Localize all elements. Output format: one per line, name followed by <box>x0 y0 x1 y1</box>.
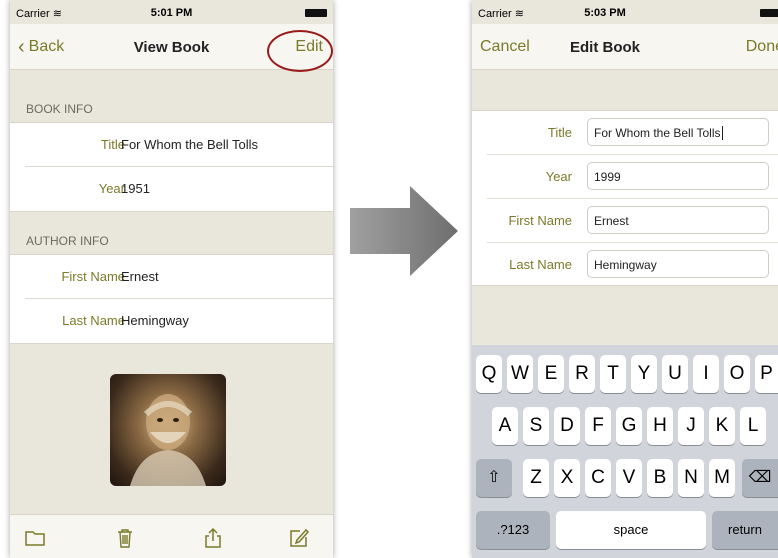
row-value: For Whom the Bell Tolls <box>121 137 259 152</box>
folder-icon[interactable] <box>24 527 46 549</box>
status-bar: Carrier ≋ 5:01 PM <box>10 0 333 24</box>
key-h[interactable]: H <box>647 407 673 445</box>
key-n[interactable]: N <box>678 459 704 497</box>
navigation-bar: Cancel Edit Book Done <box>472 24 778 70</box>
key-p[interactable]: P <box>755 355 778 393</box>
key-e[interactable]: E <box>538 355 564 393</box>
key-u[interactable]: U <box>662 355 688 393</box>
right-arrow-icon <box>350 186 460 276</box>
key-s[interactable]: S <box>523 407 549 445</box>
key-z[interactable]: Z <box>523 459 549 497</box>
key-t[interactable]: T <box>600 355 626 393</box>
first-name-field-row: First Name Ernest <box>487 199 778 243</box>
row-label: Last Name <box>62 313 125 328</box>
book-title-row: Title For Whom the Bell Tolls <box>25 123 333 167</box>
page-title: Edit Book <box>570 39 640 56</box>
title-input[interactable]: For Whom the Bell Tolls <box>587 118 769 146</box>
battery-icon <box>305 9 327 17</box>
key-w[interactable]: W <box>507 355 533 393</box>
book-year-row: Year 1951 <box>25 167 333 211</box>
first-name-input[interactable]: Ernest <box>587 206 769 234</box>
field-label: Title <box>547 125 572 140</box>
key-m[interactable]: M <box>709 459 735 497</box>
key-g[interactable]: G <box>616 407 642 445</box>
key-v[interactable]: V <box>616 459 642 497</box>
key-i[interactable]: I <box>693 355 719 393</box>
year-input[interactable]: 1999 <box>587 162 769 190</box>
status-time: 5:01 PM <box>150 7 193 19</box>
text-cursor <box>721 126 723 140</box>
key-l[interactable]: L <box>740 407 766 445</box>
bottom-toolbar <box>10 514 333 558</box>
row-value: Hemingway <box>121 313 189 328</box>
row-label: First Name <box>61 269 125 284</box>
status-bar: Carrier ≋ 5:03 PM <box>472 0 778 24</box>
key-c[interactable]: C <box>585 459 611 497</box>
view-book-screen: Carrier ≋ 5:01 PM ‹ Back View Book Edit B… <box>10 0 333 558</box>
edit-book-screen: Carrier ≋ 5:03 PM Cancel Edit Book Done … <box>472 0 778 558</box>
last-name-field-row: Last Name Hemingway <box>487 243 778 287</box>
last-name-row: Last Name Hemingway <box>25 299 333 343</box>
keyboard-row-4: .?123 space return <box>472 511 778 549</box>
author-info-group: First Name Ernest Last Name Hemingway <box>10 254 333 344</box>
year-field-row: Year 1999 <box>487 155 778 199</box>
author-portrait <box>110 374 226 486</box>
field-label: First Name <box>508 213 572 228</box>
return-key[interactable]: return <box>712 511 778 549</box>
key-k[interactable]: K <box>709 407 735 445</box>
numbers-key[interactable]: .?123 <box>476 511 550 549</box>
last-name-input[interactable]: Hemingway <box>587 250 769 278</box>
row-value: Ernest <box>121 269 159 284</box>
book-info-group: Title For Whom the Bell Tolls Year 1951 <box>10 122 333 212</box>
key-b[interactable]: B <box>647 459 673 497</box>
key-o[interactable]: O <box>724 355 750 393</box>
status-time: 5:03 PM <box>584 7 626 19</box>
compose-icon[interactable] <box>288 527 310 549</box>
shift-key[interactable]: ⇧ <box>476 459 512 497</box>
key-d[interactable]: D <box>554 407 580 445</box>
key-j[interactable]: J <box>678 407 704 445</box>
key-f[interactable]: F <box>585 407 611 445</box>
battery-icon <box>760 9 778 17</box>
key-a[interactable]: A <box>492 407 518 445</box>
key-r[interactable]: R <box>569 355 595 393</box>
trash-icon[interactable] <box>114 527 136 549</box>
keyboard-row-1: Q W E R T Y U I O P <box>472 355 778 393</box>
keyboard-row-3: ⇧ Z X C V B N M ⌫ <box>472 459 778 497</box>
keyboard: Q W E R T Y U I O P A S D F G H J K L ⇧ … <box>472 345 778 558</box>
keyboard-row-2: A S D F G H J K L <box>472 407 778 445</box>
edit-form: Title For Whom the Bell Tolls Year 1999 … <box>472 110 778 286</box>
section-header-book-info: BOOK INFO <box>26 102 93 116</box>
section-header-author-info: AUTHOR INFO <box>26 234 109 248</box>
key-y[interactable]: Y <box>631 355 657 393</box>
field-label: Last Name <box>509 257 572 272</box>
key-x[interactable]: X <box>554 459 580 497</box>
done-button[interactable]: Done <box>746 38 778 56</box>
row-value: 1951 <box>121 181 150 196</box>
title-field-row: Title For Whom the Bell Tolls <box>487 111 778 155</box>
key-q[interactable]: Q <box>476 355 502 393</box>
field-label: Year <box>545 169 572 184</box>
first-name-row: First Name Ernest <box>25 255 333 299</box>
share-icon[interactable] <box>202 527 224 549</box>
delete-key[interactable]: ⌫ <box>742 459 778 497</box>
navigation-bar: ‹ Back View Book Edit <box>10 24 333 72</box>
highlight-circle <box>267 30 333 72</box>
space-key[interactable]: space <box>556 511 706 549</box>
